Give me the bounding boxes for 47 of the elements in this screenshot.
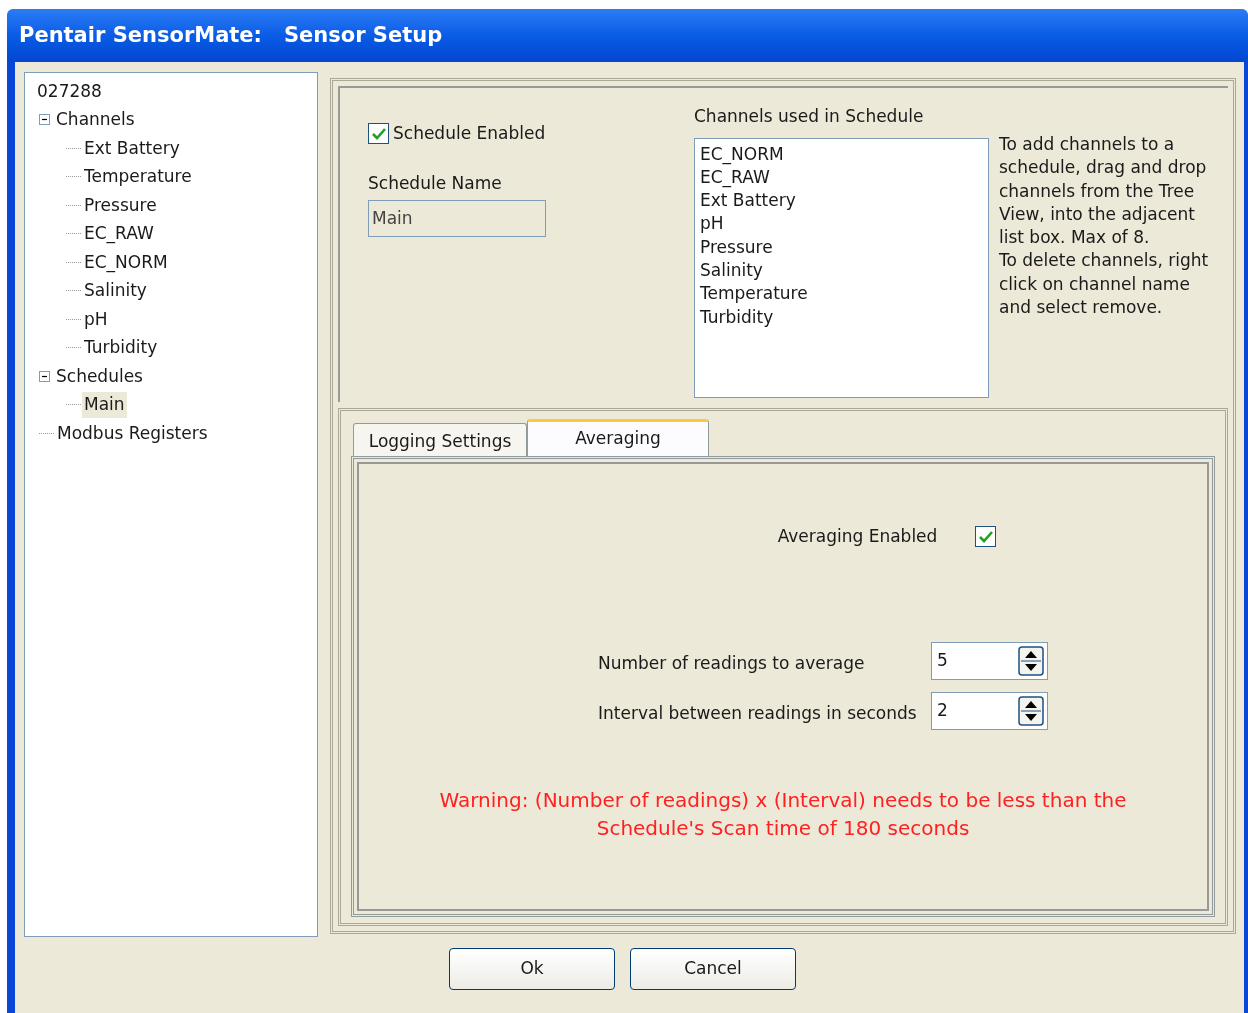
field-label: Interval between readings in seconds bbox=[598, 701, 917, 725]
tree-item[interactable]: pH bbox=[82, 306, 110, 332]
list-label: Channels used in Schedule bbox=[694, 105, 925, 128]
check-icon bbox=[371, 127, 386, 140]
list-item[interactable]: EC_RAW bbox=[700, 165, 983, 190]
tree-item[interactable]: Pressure bbox=[82, 192, 159, 218]
check-icon bbox=[978, 530, 993, 543]
text-field[interactable]: Main bbox=[368, 200, 546, 237]
dialog-button[interactable]: Cancel bbox=[630, 948, 796, 990]
list-item[interactable]: Temperature bbox=[700, 282, 983, 306]
tab[interactable]: Logging Settings bbox=[353, 423, 527, 456]
field-label: Schedule Name bbox=[368, 171, 503, 195]
help-text: To delete channels, right click on channel name and select remove. bbox=[999, 249, 1210, 320]
list-item[interactable]: EC_NORM bbox=[700, 142, 983, 166]
help-text: To add channels to a schedule, drag and drop channels from the Tree View, into the adjacent list box. Max of 8. bbox=[999, 133, 1208, 250]
warning-text: Warning: (Number of readings) x (Interval) needs to be less than the bbox=[439, 786, 1127, 814]
checkbox[interactable] bbox=[368, 123, 389, 145]
tree-item[interactable]: Channels bbox=[54, 107, 137, 133]
checkbox-label: Schedule Enabled bbox=[393, 122, 546, 145]
tree-item[interactable]: Modbus Registers bbox=[55, 420, 210, 446]
tree-item[interactable]: EC_NORM bbox=[82, 249, 170, 275]
number-spinner[interactable]: 5 bbox=[931, 641, 1048, 680]
tree-item[interactable]: EC_RAW bbox=[82, 221, 156, 247]
checkbox[interactable] bbox=[975, 526, 997, 548]
checkbox-label: Averaging Enabled bbox=[777, 525, 938, 548]
dialog-button[interactable]: Ok bbox=[449, 948, 615, 990]
tree-item[interactable]: Schedules bbox=[54, 363, 145, 389]
tree-item[interactable]: 027288 bbox=[35, 78, 104, 104]
up-down-arrows-icon[interactable] bbox=[1018, 645, 1044, 676]
list-item[interactable]: Pressure bbox=[700, 235, 983, 259]
warning-text: Schedule's Scan time of 180 seconds bbox=[596, 814, 970, 842]
window-title-bar: Pentair SensorMate: Sensor Setup bbox=[7, 9, 1248, 62]
tree-item[interactable]: Salinity bbox=[82, 278, 149, 304]
field-label: Number of readings to average bbox=[598, 651, 865, 675]
tree-item[interactable]: Ext Battery bbox=[82, 135, 182, 161]
tab[interactable]: Averaging bbox=[527, 419, 709, 456]
tree-item[interactable]: Main bbox=[82, 392, 127, 418]
collapse-icon[interactable] bbox=[39, 370, 50, 382]
list-item[interactable]: Ext Battery bbox=[700, 189, 983, 213]
tree-item[interactable]: Turbidity bbox=[82, 335, 160, 361]
number-spinner[interactable]: 2 bbox=[931, 691, 1048, 730]
tree-item[interactable]: Temperature bbox=[82, 164, 194, 190]
up-down-arrows-icon[interactable] bbox=[1018, 695, 1044, 726]
list-item[interactable]: Salinity bbox=[700, 259, 983, 283]
list-item[interactable]: pH bbox=[700, 212, 983, 236]
collapse-icon[interactable] bbox=[39, 114, 50, 126]
list-item[interactable]: Turbidity bbox=[700, 305, 983, 329]
